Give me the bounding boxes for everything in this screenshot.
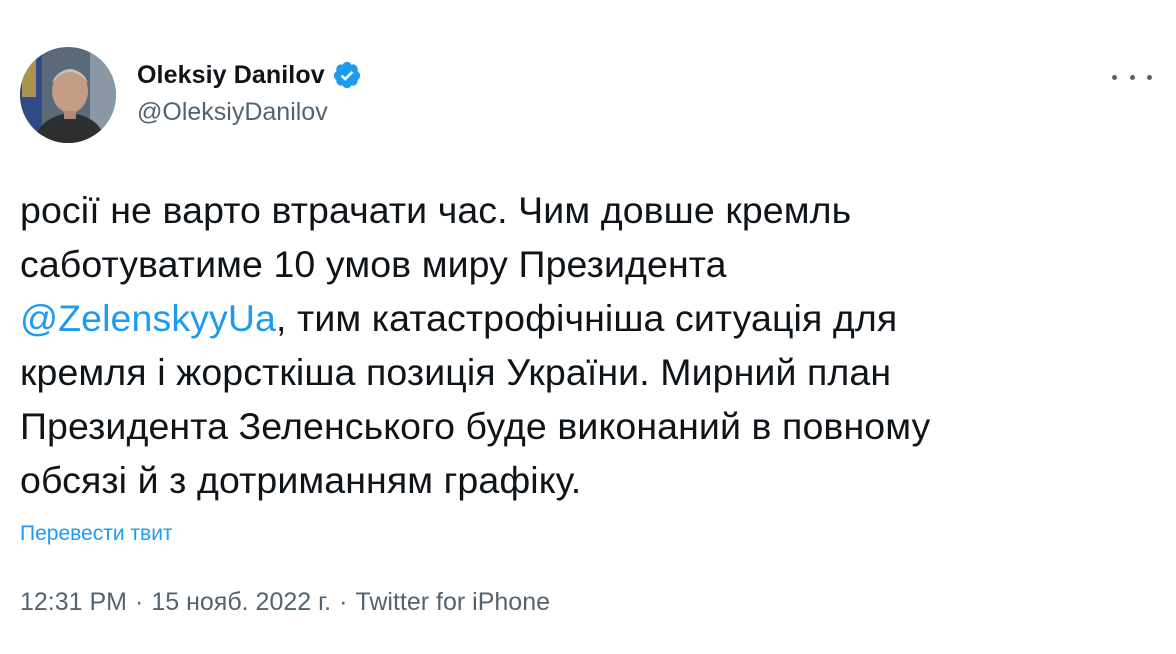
tweet-text-line: Президента Зеленського буде виконаний в … bbox=[20, 405, 931, 447]
tweet-text-line: @ZelenskyyUa, тим катастрофічніша ситуац… bbox=[20, 291, 1140, 345]
more-dot bbox=[1147, 74, 1152, 80]
tweet-text-line: кремля і жорсткіша позиція України. Мирн… bbox=[20, 351, 892, 393]
author-handle[interactable]: @OleksiyDanilov bbox=[137, 98, 328, 127]
tweet-source[interactable]: Twitter for iPhone bbox=[355, 588, 550, 616]
tweet-card: Oleksiy Danilov @OleksiyDanilov росії не… bbox=[0, 0, 1176, 654]
tweet-text-line: обсязі й з дотриманням графіку. bbox=[20, 459, 582, 501]
verified-badge-icon bbox=[332, 60, 362, 90]
tweet-text-line: саботуватиме 10 умов миру Президента bbox=[20, 243, 727, 285]
tweet-metadata: 12:31 PM · 15 нояб. 2022 г. · Twitter for iP… bbox=[20, 588, 550, 617]
tweet-date[interactable]: 15 нояб. 2022 г. bbox=[151, 588, 331, 616]
avatar-photo bbox=[20, 47, 116, 143]
meta-separator: · bbox=[135, 588, 144, 616]
author-name-row: Oleksiy Danilov bbox=[137, 58, 362, 92]
more-dot bbox=[1112, 74, 1117, 80]
tweet-time[interactable]: 12:31 PM bbox=[20, 588, 127, 616]
more-horizontal-icon[interactable] bbox=[1112, 62, 1152, 92]
author-avatar[interactable] bbox=[20, 47, 116, 143]
translate-tweet-link[interactable]: Перевести твит bbox=[20, 522, 173, 546]
tweet-text-fragment: , тим катастрофічніша ситуація для bbox=[276, 297, 898, 339]
more-dot bbox=[1129, 74, 1135, 80]
author-name[interactable]: Oleksiy Danilov bbox=[137, 61, 325, 90]
mention-link[interactable]: @ZelenskyyUa bbox=[20, 297, 276, 339]
meta-separator: · bbox=[339, 588, 348, 616]
tweet-text: росії не варто втрачати час. Чим довше к… bbox=[20, 183, 1140, 507]
tweet-text-line: росії не варто втрачати час. Чим довше к… bbox=[20, 189, 852, 231]
